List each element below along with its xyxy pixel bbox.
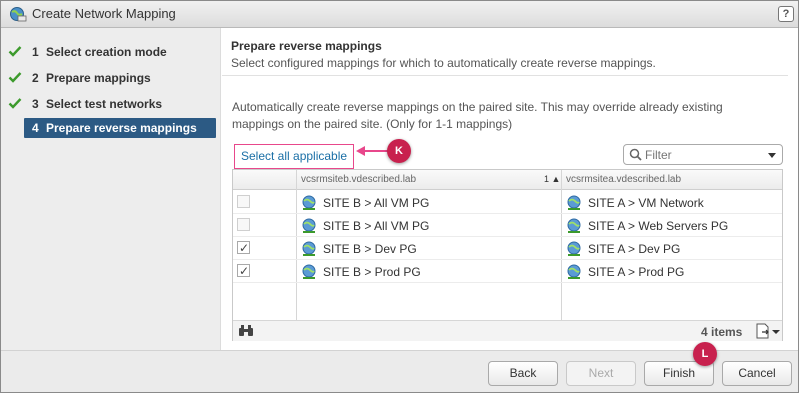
network-icon bbox=[567, 195, 581, 210]
row-checkbox[interactable]: ✓ bbox=[237, 241, 250, 254]
help-button[interactable]: ? bbox=[778, 6, 794, 22]
step-label: Select test networks bbox=[46, 97, 163, 111]
step-number: 4 bbox=[32, 121, 39, 135]
source-network: SITE B > All VM PG bbox=[323, 219, 430, 233]
filter-box[interactable] bbox=[623, 144, 783, 165]
wizard-step-1[interactable]: 1 Select creation mode bbox=[1, 42, 221, 62]
network-icon bbox=[567, 264, 581, 279]
wizard-step-3[interactable]: 3 Select test networks bbox=[1, 94, 221, 114]
description-text: Automatically create reverse mappings on… bbox=[232, 100, 723, 131]
table-row[interactable]: SITE B > All VM PG SITE A > VM Network bbox=[233, 191, 782, 214]
sort-indicator[interactable]: 1 ▲ bbox=[544, 174, 560, 184]
divider bbox=[222, 75, 788, 76]
dialog-footer: Back Next Finish Cancel bbox=[1, 350, 798, 392]
check-icon bbox=[8, 46, 22, 57]
wizard-step-4-active[interactable]: 4 Prepare reverse mappings bbox=[24, 118, 216, 138]
source-network: SITE B > Prod PG bbox=[323, 265, 421, 279]
row-checkbox bbox=[237, 218, 250, 231]
back-button[interactable]: Back bbox=[488, 361, 558, 386]
row-checkbox[interactable]: ✓ bbox=[237, 264, 250, 277]
table-row[interactable]: ✓ SITE B > Prod PG SITE A > Prod PG bbox=[233, 260, 782, 283]
table-footer: 4 items bbox=[233, 320, 782, 341]
wizard-steps-sidebar: 1 Select creation mode 2 Prepare mapping… bbox=[1, 28, 221, 350]
create-network-mapping-dialog: Create Network Mapping ? 1 Select creati… bbox=[0, 0, 799, 393]
wizard-step-2[interactable]: 2 Prepare mappings bbox=[1, 68, 221, 88]
network-icon bbox=[302, 195, 316, 210]
step-label: Prepare reverse mappings bbox=[46, 121, 197, 135]
step-content: Prepare reverse mappings Select configur… bbox=[222, 28, 798, 350]
step-label: Prepare mappings bbox=[46, 71, 151, 85]
step-title: Prepare reverse mappings bbox=[231, 39, 382, 53]
table-header: vcsrmsiteb.vdescribed.lab 1 ▲ vcsrmsitea… bbox=[233, 170, 782, 190]
network-icon bbox=[567, 218, 581, 233]
item-count: 4 items bbox=[701, 325, 743, 339]
filter-input[interactable] bbox=[645, 147, 763, 163]
step-subtitle: Select configured mappings for which to … bbox=[231, 56, 656, 70]
select-all-applicable-link[interactable]: Select all applicable bbox=[234, 144, 355, 169]
cancel-button[interactable]: Cancel bbox=[722, 361, 792, 386]
chevron-down-icon[interactable] bbox=[768, 153, 776, 158]
step-number: 3 bbox=[32, 97, 39, 111]
source-network: SITE B > All VM PG bbox=[323, 196, 430, 210]
reverse-mappings-table: vcsrmsiteb.vdescribed.lab 1 ▲ vcsrmsitea… bbox=[232, 169, 783, 341]
target-network: SITE A > Web Servers PG bbox=[588, 219, 729, 233]
network-mapping-icon bbox=[10, 7, 27, 22]
checkmark-icon: ✓ bbox=[239, 264, 250, 278]
callout-badge-k: K bbox=[387, 139, 411, 163]
callout-badge-l: L bbox=[693, 342, 717, 366]
column-header-target-site[interactable]: vcsrmsitea.vdescribed.lab bbox=[566, 174, 681, 185]
network-icon bbox=[302, 264, 316, 279]
step-label: Select creation mode bbox=[46, 45, 167, 59]
export-icon[interactable] bbox=[755, 323, 781, 339]
checkmark-icon: ✓ bbox=[239, 241, 250, 255]
binoculars-icon[interactable] bbox=[238, 324, 254, 337]
row-checkbox bbox=[237, 195, 250, 208]
title-bar: Create Network Mapping ? bbox=[1, 1, 798, 28]
check-icon bbox=[8, 98, 22, 109]
search-icon bbox=[629, 148, 642, 161]
target-network: SITE A > VM Network bbox=[588, 196, 704, 210]
source-network: SITE B > Dev PG bbox=[323, 242, 417, 256]
target-network: SITE A > Prod PG bbox=[588, 265, 685, 279]
target-network: SITE A > Dev PG bbox=[588, 242, 681, 256]
network-icon bbox=[567, 241, 581, 256]
step-number: 1 bbox=[32, 45, 39, 59]
network-icon bbox=[302, 218, 316, 233]
table-row[interactable]: SITE B > All VM PG SITE A > Web Servers … bbox=[233, 214, 782, 237]
network-icon bbox=[302, 241, 316, 256]
check-icon bbox=[8, 72, 22, 83]
column-header-source-site[interactable]: vcsrmsiteb.vdescribed.lab bbox=[301, 174, 416, 185]
next-button[interactable]: Next bbox=[566, 361, 636, 386]
dialog-title: Create Network Mapping bbox=[32, 6, 176, 21]
step-number: 2 bbox=[32, 71, 39, 85]
table-row[interactable]: ✓ SITE B > Dev PG SITE A > Dev PG bbox=[233, 237, 782, 260]
arrow-left-icon bbox=[356, 146, 390, 156]
